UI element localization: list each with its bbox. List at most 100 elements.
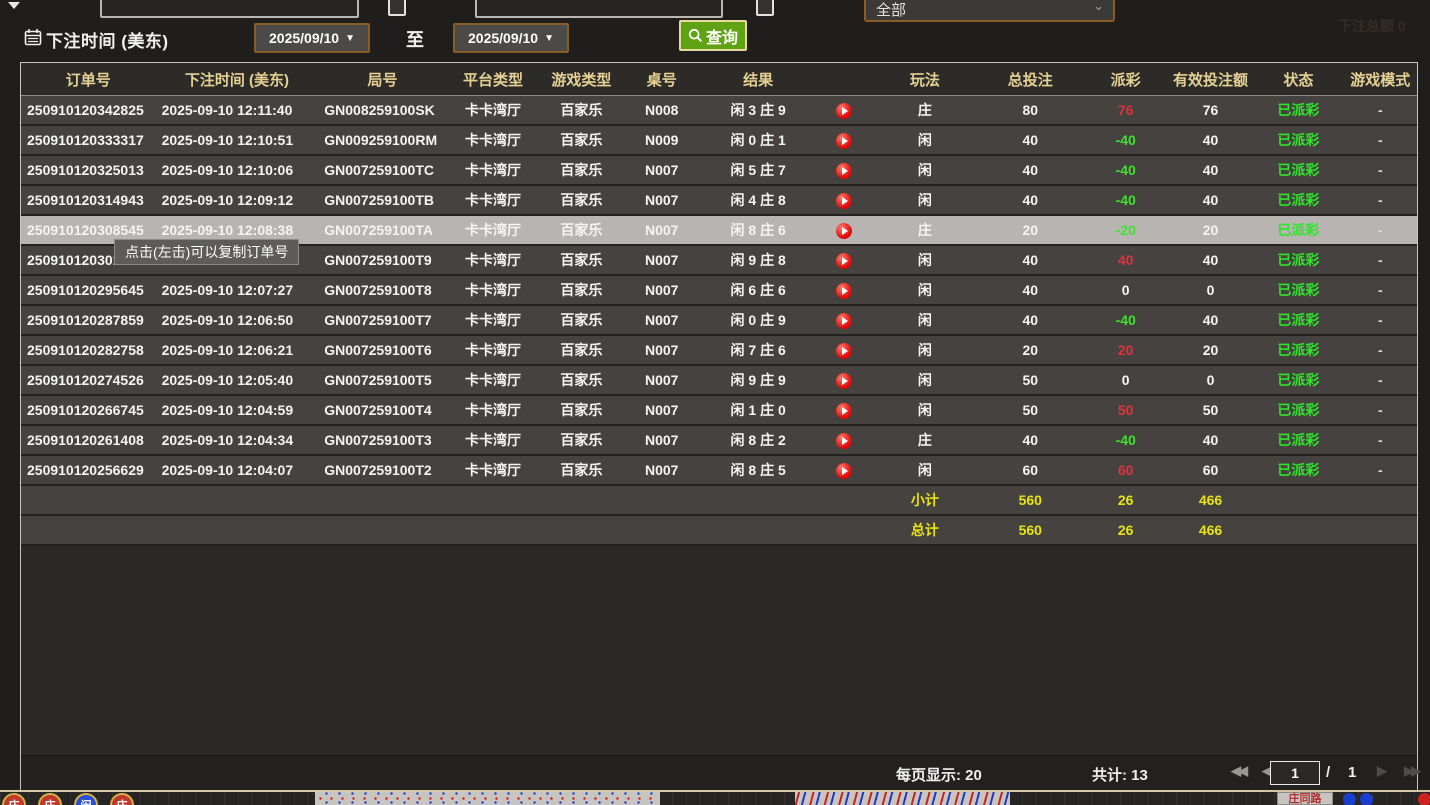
bet-time-cell: 2025-09-10 12:07:27: [156, 276, 319, 306]
table-no-cell: N007: [624, 366, 700, 396]
caret-down-icon: ▼: [345, 33, 355, 44]
payout-cell: 26: [1084, 486, 1168, 516]
payout-cell: 50: [1084, 396, 1168, 426]
query-button-label: 查询: [706, 24, 738, 48]
table-row[interactable]: 2509101202667452025-09-10 12:04:59GN0072…: [21, 396, 1417, 426]
next-page-button[interactable]: ▶: [1377, 763, 1387, 779]
valid-bet-cell: 466: [1168, 486, 1253, 516]
order-no-cell[interactable]: 250910120256629: [21, 456, 156, 486]
order-no-cell[interactable]: 250910120287859: [21, 306, 156, 336]
mode-cell: -: [1344, 306, 1417, 336]
total-label-cell: 小计: [873, 486, 977, 516]
play-icon-cell: [816, 246, 872, 276]
mode-cell: -: [1344, 246, 1417, 276]
result-cell: 闲 5 庄 7: [700, 156, 817, 186]
play-icon[interactable]: [836, 223, 852, 239]
bet-time-cell: 2025-09-10 12:11:40: [156, 96, 319, 126]
play-icon[interactable]: [836, 163, 852, 179]
valid-bet-cell: 40: [1168, 246, 1253, 276]
top-text-input-2[interactable]: [475, 0, 723, 18]
play-cell: 闲: [873, 366, 977, 396]
result-cell: 闲 9 庄 9: [700, 366, 817, 396]
play-icon[interactable]: [836, 193, 852, 209]
play-icon-cell: [816, 336, 872, 366]
game-no-cell: GN007259100T9: [318, 246, 447, 276]
order-no-cell[interactable]: 250910120282758: [21, 336, 156, 366]
table-row[interactable]: 2509101202878592025-09-10 12:06:50GN0072…: [21, 306, 1417, 336]
filter-dropdown[interactable]: 全部 ⌄: [864, 0, 1115, 22]
status-cell: 已派彩: [1253, 336, 1343, 366]
table-row[interactable]: 2509101203250132025-09-10 12:10:06GN0072…: [21, 156, 1417, 186]
bet-time-cell: 2025-09-10 12:06:21: [156, 336, 319, 366]
col-header: 桌号: [624, 63, 700, 96]
payout-cell: 20: [1084, 336, 1168, 366]
first-page-button[interactable]: ◀◀: [1231, 763, 1245, 779]
platform-cell: 卡卡湾厅: [447, 246, 539, 276]
table-row[interactable]: 2509101203428252025-09-10 12:11:40GN0082…: [21, 96, 1417, 126]
game-type-cell: 百家乐: [539, 126, 623, 156]
table-row[interactable]: 2509101202827582025-09-10 12:06:21GN0072…: [21, 336, 1417, 366]
play-icon[interactable]: [836, 103, 852, 119]
order-no-cell[interactable]: 250910120274526: [21, 366, 156, 396]
status-cell: 已派彩: [1253, 366, 1343, 396]
result-cell: 闲 6 庄 6: [700, 276, 817, 306]
play-icon[interactable]: [836, 133, 852, 149]
order-no-cell[interactable]: 250910120342825: [21, 96, 156, 126]
game-type-cell: 百家乐: [539, 366, 623, 396]
date-to-select[interactable]: 2025/09/10▼: [453, 23, 569, 53]
play-icon-cell: [816, 366, 872, 396]
play-cell: 闲: [873, 186, 977, 216]
empty-cell: [21, 516, 873, 546]
play-cell: 庄: [873, 426, 977, 456]
date-from-select[interactable]: 2025/09/10▼: [254, 23, 370, 53]
query-button[interactable]: 查询: [679, 20, 747, 51]
order-no-cell[interactable]: 250910120325013: [21, 156, 156, 186]
play-icon[interactable]: [836, 313, 852, 329]
payout-cell: -40: [1084, 156, 1168, 186]
order-no-cell[interactable]: 250910120333317: [21, 126, 156, 156]
page-number-input[interactable]: [1270, 761, 1320, 785]
play-icon[interactable]: [836, 433, 852, 449]
table-row[interactable]: 2509101202566292025-09-10 12:04:07GN0072…: [21, 456, 1417, 486]
top-text-input-1[interactable]: [100, 0, 359, 18]
play-icon[interactable]: [836, 253, 852, 269]
bet-time-cell: 2025-09-10 12:05:40: [156, 366, 319, 396]
status-cell: 已派彩: [1253, 396, 1343, 426]
table-row[interactable]: 2509101203333172025-09-10 12:10:51GN0092…: [21, 126, 1417, 156]
caret-down-icon: ▼: [544, 33, 554, 44]
prev-page-button[interactable]: ◀: [1262, 763, 1269, 779]
table-row[interactable]: 2509101203149432025-09-10 12:09:12GN0072…: [21, 186, 1417, 216]
play-icon[interactable]: [836, 283, 852, 299]
order-no-cell[interactable]: 250910120295645: [21, 276, 156, 306]
table-row[interactable]: 2509101202614082025-09-10 12:04:34GN0072…: [21, 426, 1417, 456]
play-cell: 闲: [873, 276, 977, 306]
bet-time-cell: 2025-09-10 12:09:12: [156, 186, 319, 216]
order-no-cell[interactable]: 250910120314943: [21, 186, 156, 216]
table-row[interactable]: 2509101202745262025-09-10 12:05:40GN0072…: [21, 366, 1417, 396]
platform-cell: 卡卡湾厅: [447, 96, 539, 126]
status-cell: 已派彩: [1253, 246, 1343, 276]
total-bet-cell: 40: [977, 156, 1083, 186]
total-bet-cell: 80: [977, 96, 1083, 126]
valid-bet-cell: 20: [1168, 216, 1253, 246]
play-icon[interactable]: [836, 403, 852, 419]
copy-icon[interactable]: [388, 0, 406, 16]
copy-icon[interactable]: [756, 0, 774, 16]
table-row[interactable]: 2509101202956452025-09-10 12:07:27GN0072…: [21, 276, 1417, 306]
play-icon[interactable]: [836, 373, 852, 389]
total-count-label: 共计: 13: [1092, 764, 1148, 785]
last-page-button[interactable]: ▶▶: [1404, 763, 1418, 779]
table-empty-area: [21, 546, 1417, 755]
game-no-cell: GN008259100SK: [318, 96, 447, 126]
mode-cell: -: [1344, 456, 1417, 486]
table-no-cell: N007: [624, 246, 700, 276]
valid-bet-cell: 466: [1168, 516, 1253, 546]
game-no-cell: GN007259100T6: [318, 336, 447, 366]
play-cell: 闲: [873, 306, 977, 336]
play-icon[interactable]: [836, 463, 852, 479]
play-icon[interactable]: [836, 343, 852, 359]
order-no-cell[interactable]: 250910120266745: [21, 396, 156, 426]
total-bet-cell: 40: [977, 186, 1083, 216]
order-no-cell[interactable]: 250910120261408: [21, 426, 156, 456]
copy-order-tooltip: 点击(左击)可以复制订单号: [114, 239, 299, 265]
